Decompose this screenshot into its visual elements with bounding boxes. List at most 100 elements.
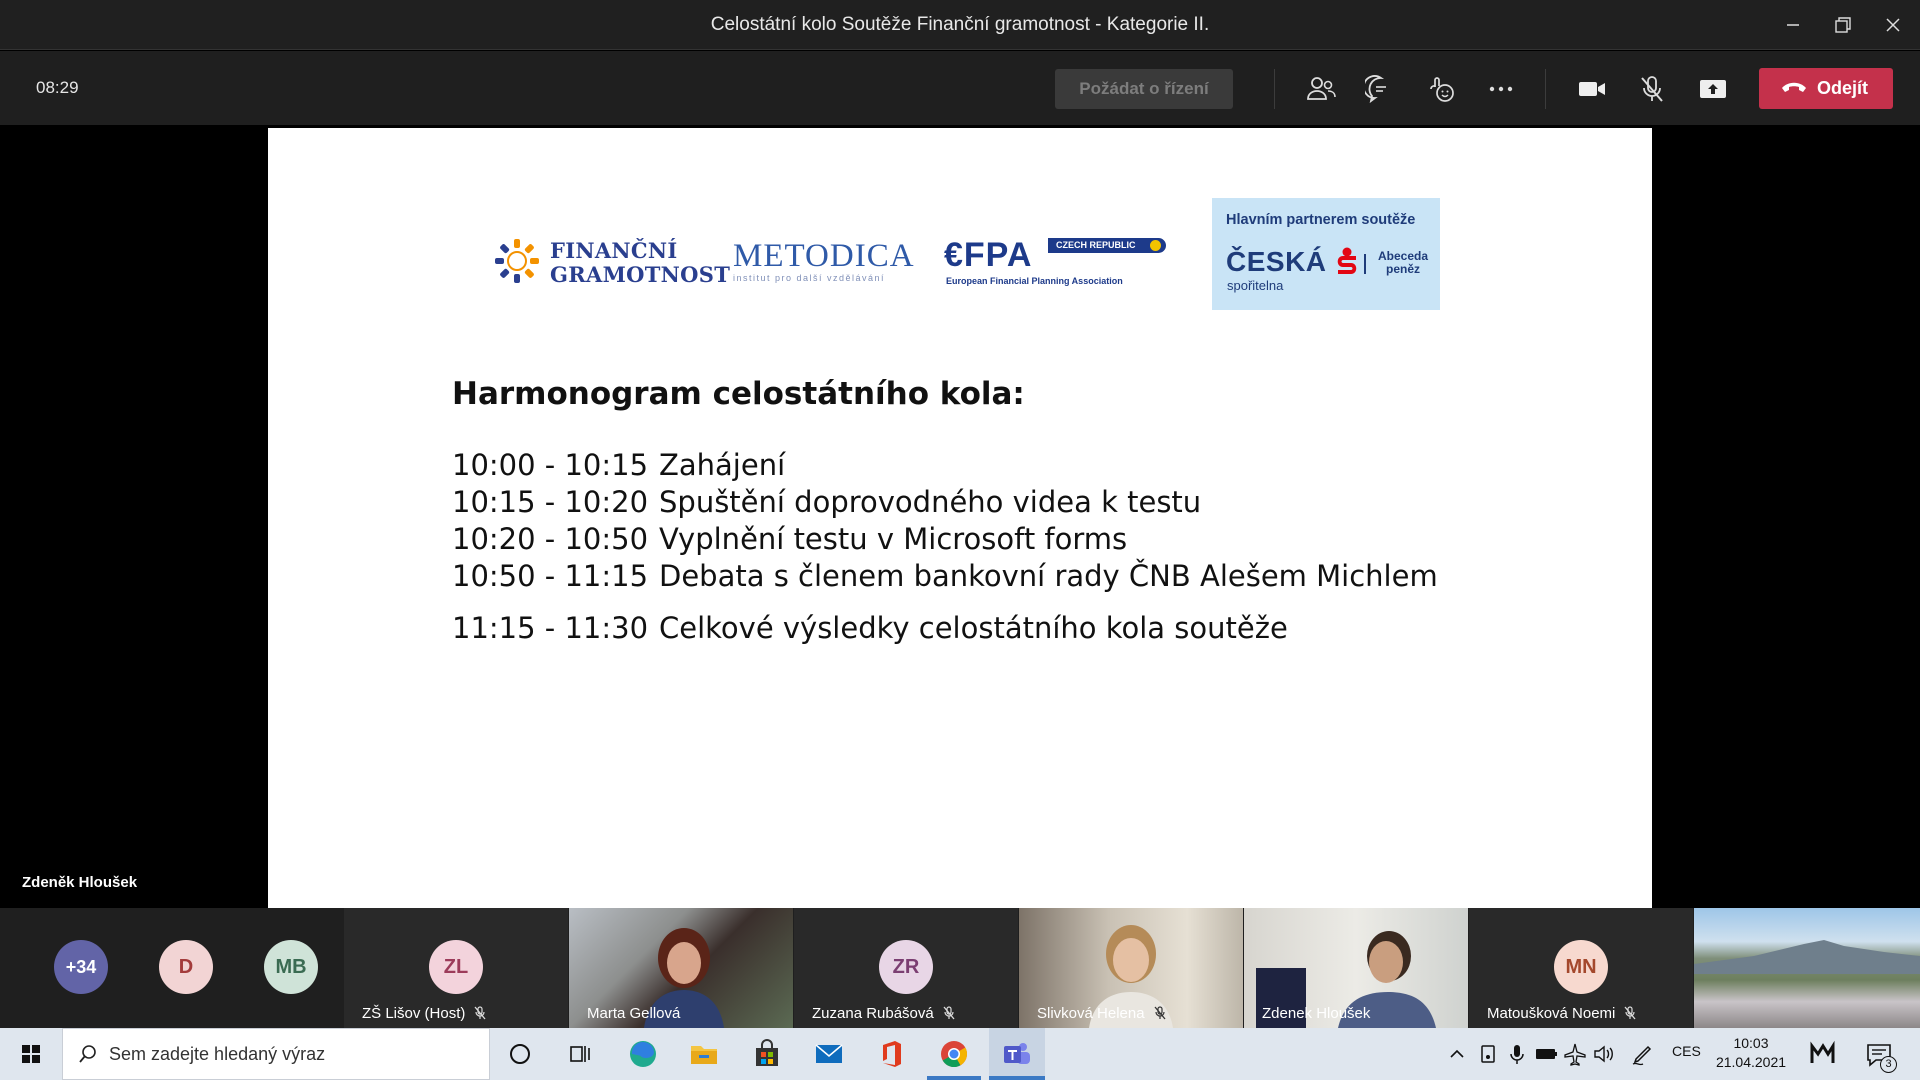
edge-browser-icon[interactable]: [626, 1037, 660, 1071]
office-icon[interactable]: [875, 1037, 909, 1071]
avatar[interactable]: D: [159, 940, 213, 994]
minimize-icon[interactable]: [1780, 12, 1806, 38]
device-icon[interactable]: [1474, 1040, 1502, 1068]
sun-logo-icon: [495, 239, 539, 283]
leave-button[interactable]: Odejít: [1759, 68, 1893, 109]
logo-text: METODICA: [733, 238, 915, 274]
search-icon: [79, 1045, 96, 1063]
presenter-name: Zdeněk Hloušek: [22, 874, 138, 891]
microphone-muted-icon: [1154, 1006, 1166, 1020]
participant-name-text: ZŠ Lišov (Host): [362, 1005, 466, 1022]
partner-heading: Hlavním partnerem soutěže: [1226, 212, 1416, 228]
pen-icon[interactable]: [1629, 1040, 1657, 1068]
logo-tag: CZECH REPUBLIC: [1048, 238, 1166, 253]
logo-subtext: European Financial Planning Association: [946, 276, 1123, 286]
file-explorer-icon[interactable]: [687, 1037, 721, 1071]
schedule-item: Spuštění doprovodného videa k testu: [659, 485, 1202, 519]
task-view-icon[interactable]: [563, 1037, 597, 1071]
clock-time: 10:03: [1733, 1035, 1769, 1051]
more-participants-button[interactable]: +34: [54, 940, 108, 994]
title-bar: Celostátní kolo Soutěže Finanční gramotn…: [0, 0, 1920, 50]
microsoft-store-icon[interactable]: [750, 1037, 784, 1071]
schedule-time: 11:15 - 11:30: [452, 611, 649, 645]
participant-tile[interactable]: ZL ZŠ Lišov (Host): [344, 908, 568, 1028]
logo-text: GRAMOTNOST: [550, 262, 731, 287]
logo-text: €FPA: [944, 236, 1033, 274]
microphone-muted-icon: [474, 1006, 486, 1020]
app-logo-icon[interactable]: [1806, 1037, 1840, 1071]
schedule-item: Celkové výsledky celostátního kola soutě…: [659, 611, 1288, 645]
volume-icon[interactable]: [1590, 1040, 1618, 1068]
window-title: Celostátní kolo Soutěže Finanční gramotn…: [710, 14, 1210, 35]
divider: [1274, 69, 1275, 109]
active-app-indicator: [989, 1076, 1045, 1080]
partner-tagline-line: peněz: [1386, 262, 1421, 276]
divider: [1364, 254, 1366, 274]
schedule-row: 11:15 - 11:30 Celkové výsledky celostátní…: [452, 611, 1288, 645]
participant-video-tile[interactable]: Zdenek Hloušek: [1244, 908, 1468, 1028]
participant-tile[interactable]: MN Matoušková Noemi: [1469, 908, 1693, 1028]
windows-taskbar: Sem zadejte hledaný výraz CES 10:03 21.0…: [0, 1028, 1920, 1080]
schedule-row: 10:50 - 11:15 Debata s členem bankovní ra…: [452, 559, 1438, 593]
partner-tagline: Abeceda peněz: [1378, 250, 1428, 276]
mail-icon[interactable]: [812, 1037, 846, 1071]
schedule-row: 10:20 - 10:50 Vyplnění testu v Microsoft …: [452, 522, 1127, 556]
microphone-muted-icon[interactable]: [1636, 73, 1668, 105]
schedule-time: 10:00 - 10:15: [452, 448, 649, 482]
shared-slide: FINANČNÍ GRAMOTNOST METODICA institut pr…: [268, 128, 1652, 908]
taskbar-search-box[interactable]: Sem zadejte hledaný výraz: [62, 1028, 490, 1080]
participant-name: Zdenek Hloušek: [1262, 1005, 1371, 1022]
airplane-mode-icon[interactable]: [1561, 1040, 1589, 1068]
schedule-time: 10:50 - 11:15: [452, 559, 649, 593]
landscape-hills-icon: [1694, 940, 1920, 974]
reactions-icon[interactable]: [1425, 73, 1457, 105]
participant-name-text: Zuzana Rubášová: [812, 1005, 934, 1022]
participant-strip: +34 D MB ZL ZŠ Lišov (Host) Marta Gellov…: [0, 908, 1920, 1028]
close-icon[interactable]: [1880, 12, 1906, 38]
participant-name: ZŠ Lišov (Host): [362, 1005, 487, 1022]
restore-icon[interactable]: [1830, 12, 1856, 38]
chrome-icon[interactable]: [937, 1037, 971, 1071]
input-language[interactable]: CES: [1672, 1043, 1701, 1059]
more-options-icon[interactable]: [1485, 73, 1517, 105]
chat-icon[interactable]: [1362, 73, 1397, 105]
participant-tile[interactable]: ZR Zuzana Rubášová: [794, 908, 1018, 1028]
share-screen-icon[interactable]: [1697, 73, 1729, 105]
financni-gramotnost-logo: FINANČNÍ GRAMOTNOST: [494, 236, 730, 288]
logo-dot-icon: [1150, 240, 1161, 251]
hang-up-icon: [1782, 82, 1806, 92]
system-clock[interactable]: 10:03 21.04.2021: [1706, 1034, 1796, 1072]
cortana-icon[interactable]: [503, 1037, 537, 1071]
meeting-timer: 08:29: [36, 78, 79, 97]
avatar[interactable]: MB: [264, 940, 318, 994]
participant-video-tile[interactable]: Slivková Helena: [1019, 908, 1243, 1028]
logo-text: FINANČNÍ: [550, 238, 678, 263]
microphone-icon[interactable]: [1503, 1040, 1531, 1068]
schedule-time: 10:20 - 10:50: [452, 522, 649, 556]
participants-icon[interactable]: [1305, 73, 1337, 105]
microphone-muted-icon: [943, 1006, 955, 1020]
battery-icon[interactable]: [1532, 1040, 1560, 1068]
partner-logo-box: Hlavním partnerem soutěže ČESKÁ spořitel…: [1212, 198, 1440, 310]
slide-heading: Harmonogram celostátního kola:: [452, 376, 1025, 412]
chevron-up-icon[interactable]: [1443, 1040, 1471, 1068]
schedule-item: Zahájení: [659, 448, 786, 482]
participant-video-tile[interactable]: Marta Gellová: [569, 908, 793, 1028]
meeting-controls-bar: 08:29 Požádat o řízení Odejít: [0, 51, 1920, 125]
participant-name: Marta Gellová: [587, 1005, 681, 1022]
efpa-logo: €FPA CZECH REPUBLIC European Financial P…: [944, 236, 1174, 286]
ceska-sporitelna-s-icon: [1337, 247, 1357, 274]
clock-date: 21.04.2021: [1715, 1054, 1787, 1070]
participant-video-tile-landscape[interactable]: [1694, 908, 1920, 1028]
search-placeholder: Sem zadejte hledaný výraz: [109, 1044, 326, 1064]
camera-icon[interactable]: [1576, 73, 1608, 105]
participant-name: Matoušková Noemi: [1487, 1005, 1637, 1022]
request-control-button[interactable]: Požádat o řízení: [1055, 69, 1233, 109]
participant-name-text: Slivková Helena: [1037, 1005, 1145, 1022]
participant-name-text: Matoušková Noemi: [1487, 1005, 1616, 1022]
avatar: ZL: [429, 940, 483, 994]
schedule-time: 10:15 - 10:20: [452, 485, 649, 519]
schedule-row: 10:00 - 10:15 Zahájení: [452, 448, 785, 482]
teams-icon[interactable]: [999, 1037, 1033, 1071]
windows-start-icon[interactable]: [14, 1037, 48, 1071]
